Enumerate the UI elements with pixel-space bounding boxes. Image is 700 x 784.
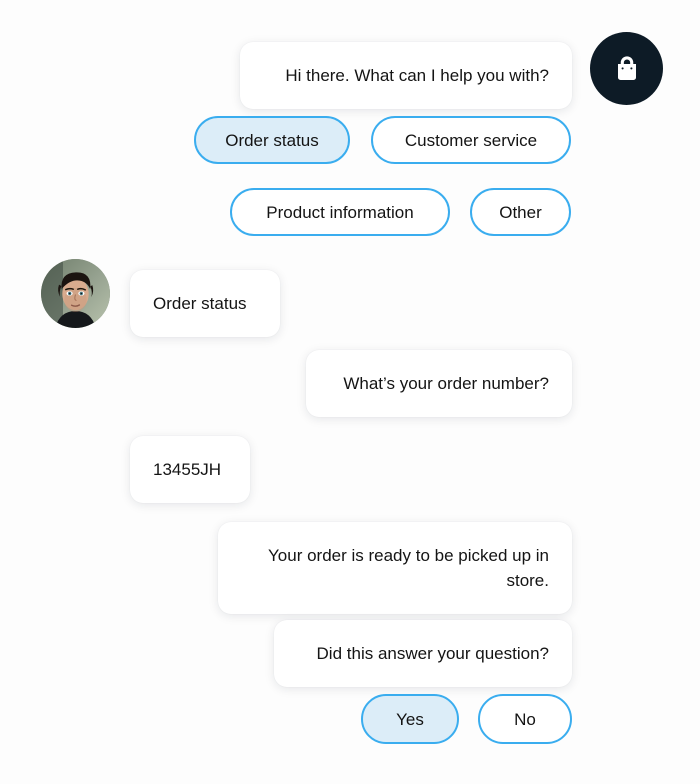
chat-conversation-panel: Hi there. What can I help you with? Orde… <box>0 0 700 784</box>
quick-reply-other[interactable]: Other <box>470 188 571 236</box>
user-avatar <box>41 259 110 328</box>
quick-reply-order-status[interactable]: Order status <box>194 116 350 164</box>
quick-reply-no[interactable]: No <box>478 694 572 744</box>
message-bubble-ask-order-number: What’s your order number? <box>306 350 572 417</box>
shopping-bag-icon <box>610 52 644 86</box>
quick-reply-yes[interactable]: Yes <box>361 694 459 744</box>
message-bubble-order-ready: Your order is ready to be picked up in s… <box>218 522 572 614</box>
message-bubble-did-answer: Did this answer your question? <box>274 620 572 687</box>
message-bubble-order-status: Order status <box>130 270 280 337</box>
brand-avatar <box>590 32 663 105</box>
message-bubble-order-number: 13455JH <box>130 436 250 503</box>
quick-reply-product-information[interactable]: Product information <box>230 188 450 236</box>
quick-reply-customer-service[interactable]: Customer service <box>371 116 571 164</box>
message-bubble-greeting: Hi there. What can I help you with? <box>240 42 572 109</box>
